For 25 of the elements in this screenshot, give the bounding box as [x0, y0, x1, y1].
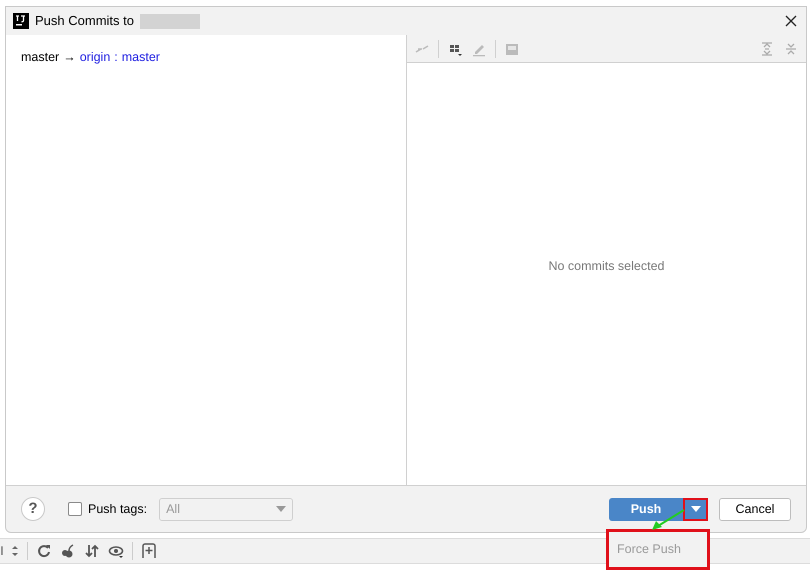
- sort-arrows-icon[interactable]: [11, 543, 20, 559]
- remote-name: origin: [80, 49, 110, 66]
- window-title: Push Commits to: [35, 12, 134, 30]
- separator-text: :: [114, 49, 118, 66]
- push-button[interactable]: Push: [609, 498, 683, 520]
- push-dropdown-button[interactable]: [683, 498, 708, 520]
- push-tags-label: Push tags:: [88, 500, 148, 518]
- app-logo-icon: [13, 13, 29, 29]
- add-panel-icon[interactable]: [141, 543, 158, 559]
- empty-state-text: No commits selected: [548, 258, 664, 275]
- up-down-arrows-icon[interactable]: [84, 543, 100, 559]
- close-icon[interactable]: [783, 13, 799, 29]
- refresh-icon[interactable]: [36, 543, 52, 559]
- branch-mapping-row[interactable]: master → origin : master: [21, 48, 406, 67]
- caret-icon: [276, 506, 286, 512]
- help-button[interactable]: ?: [21, 497, 45, 521]
- push-tags-checkbox[interactable]: [68, 502, 82, 516]
- redacted-block: [140, 14, 200, 28]
- local-branch: master: [21, 49, 60, 66]
- arrow-text: →: [63, 49, 76, 66]
- eye-icon[interactable]: [108, 543, 124, 559]
- cut-off-label: ll: [0, 543, 4, 560]
- caret-icon: [690, 506, 700, 512]
- cancel-button[interactable]: Cancel: [719, 498, 791, 520]
- remote-branch: master: [122, 49, 160, 66]
